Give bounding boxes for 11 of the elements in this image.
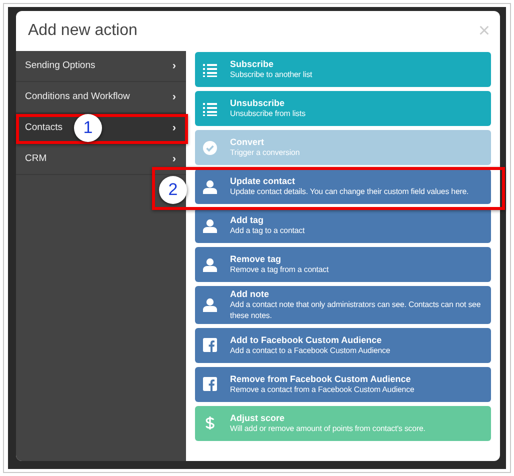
- dollar-icon: [203, 416, 217, 430]
- facebook-icon: [203, 377, 217, 392]
- facebook-icon: [203, 338, 217, 352]
- person-icon: [203, 258, 217, 272]
- list-icon: [203, 62, 217, 76]
- modal-title: Add new action: [28, 21, 138, 41]
- person-icon: [203, 218, 217, 232]
- list-icon: [203, 102, 217, 116]
- check-circle-icon: [203, 140, 217, 154]
- person-icon: [203, 180, 217, 194]
- person-icon: [203, 298, 217, 312]
